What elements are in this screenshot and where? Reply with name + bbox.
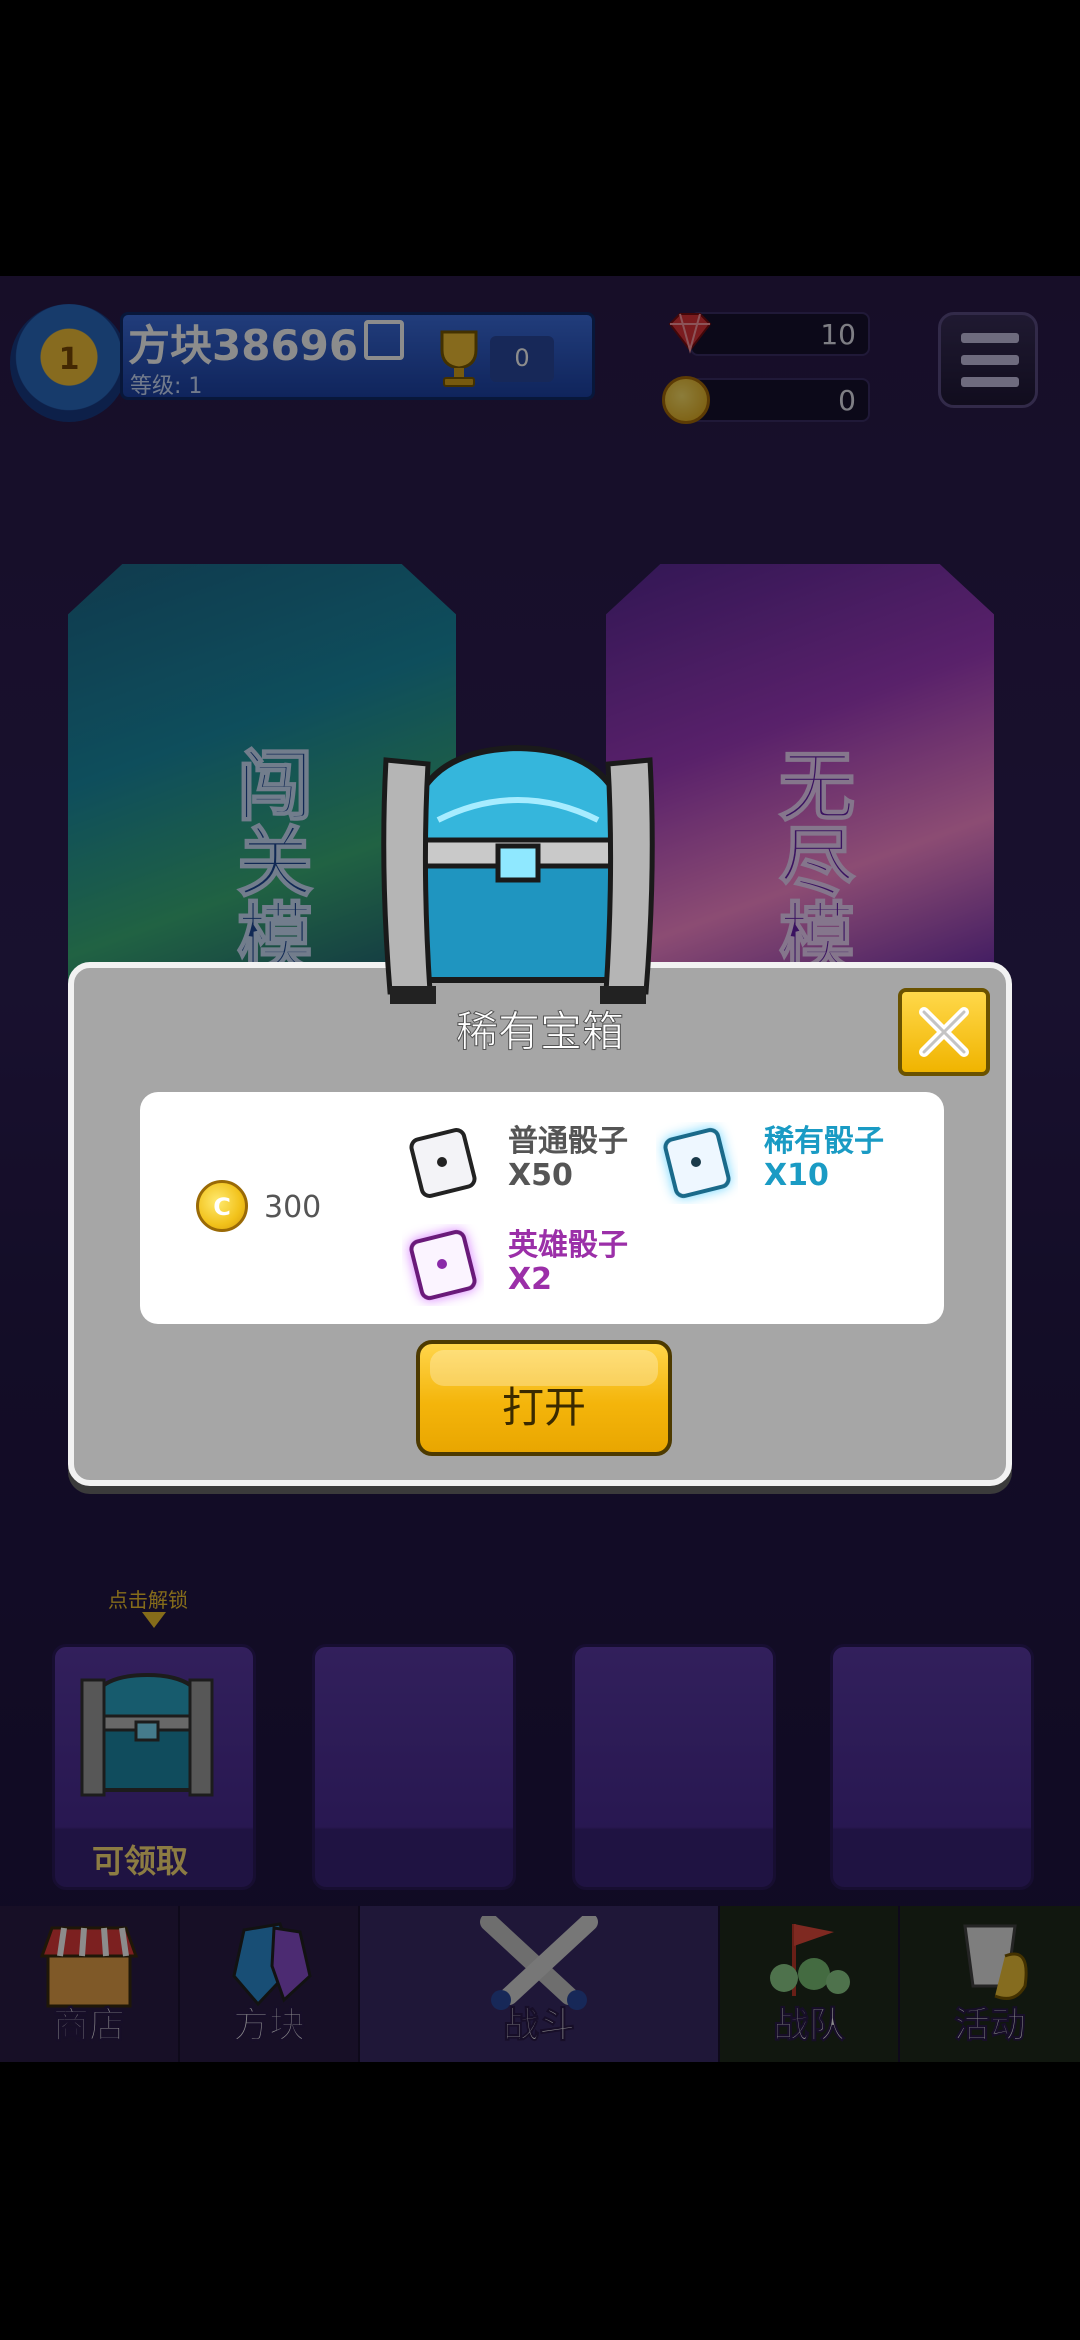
nav-tab-battle[interactable]: 战斗 [360,1906,718,2062]
close-button[interactable] [898,988,990,1076]
gem-count: 10 [820,318,856,351]
coin-icon [662,376,710,424]
open-button-label: 打开 [501,1383,586,1432]
rare-dice-name: 稀有骰子 [764,1124,884,1159]
common-dice-icon [409,1128,477,1198]
rare-chest-dialog: 稀有宝箱 C 300 普通骰子 X50 稀有骰子 X10 英雄骰子 X2 打开 [68,962,1012,1486]
player-name: 方块38696 [128,321,359,370]
nav-label-shop: 商店 [52,2005,125,2047]
unlock-hint: 点击解锁 [108,1588,188,1612]
rare-dice-qty: X10 [764,1158,829,1193]
slot-claimable-label: 可领取 [91,1842,188,1880]
level-badge[interactable]: 1 [10,304,128,422]
level-number: 1 [58,342,80,377]
nav-tab-events[interactable]: 活动 [900,1906,1080,2062]
nav-label-battle: 战斗 [502,2005,575,2047]
unlock-arrow-icon [142,1612,166,1628]
chest-slot-2[interactable] [312,1644,516,1890]
rare-dice-icon [663,1128,731,1198]
chest-icon [80,1672,214,1797]
nav-label-team: 战队 [772,2005,845,2047]
gold-coin-icon: C [196,1180,248,1232]
open-button[interactable]: 打开 [416,1340,672,1456]
coin-symbol: C [213,1193,231,1221]
menu-button[interactable] [938,312,1038,408]
nav-tab-shop[interactable]: 商店 [0,1906,178,2062]
nav-tab-team[interactable]: 战队 [720,1906,898,2062]
reward-panel: C 300 普通骰子 X50 稀有骰子 X10 英雄骰子 X2 [140,1092,944,1324]
gem-icon [668,313,712,354]
stage-mode-label: 闯关模 [223,745,314,975]
nav-tab-blocks[interactable]: 方块 [180,1906,358,2062]
player-level: 等级: 1 [130,374,203,399]
hero-dice-qty: X2 [508,1262,553,1297]
menu-icon [961,333,1019,343]
nav-label-blocks: 方块 [232,2005,305,2047]
trophy-icon [440,330,478,387]
nav-label-events: 活动 [953,2005,1026,2047]
coin-count: 0 [838,384,856,417]
common-dice-name: 普通骰子 [508,1124,628,1159]
chest-slot-3[interactable] [572,1644,776,1890]
endless-mode-label: 无尽模 [765,745,856,975]
chest-slot-4[interactable] [830,1644,1034,1890]
edit-icon[interactable] [364,320,404,360]
coin-bar: 0 [690,378,870,422]
close-icon [919,1007,969,1057]
hero-dice-name: 英雄骰子 [508,1228,628,1263]
coin-reward-amount: 300 [264,1190,322,1225]
trophy-count: 0 [514,344,530,372]
common-dice-qty: X50 [508,1158,573,1193]
rare-chest-icon [381,744,655,1004]
hero-dice-icon [409,1230,477,1300]
bottom-nav: 商店 方块 战斗 战队 活动 [0,1906,1080,2062]
